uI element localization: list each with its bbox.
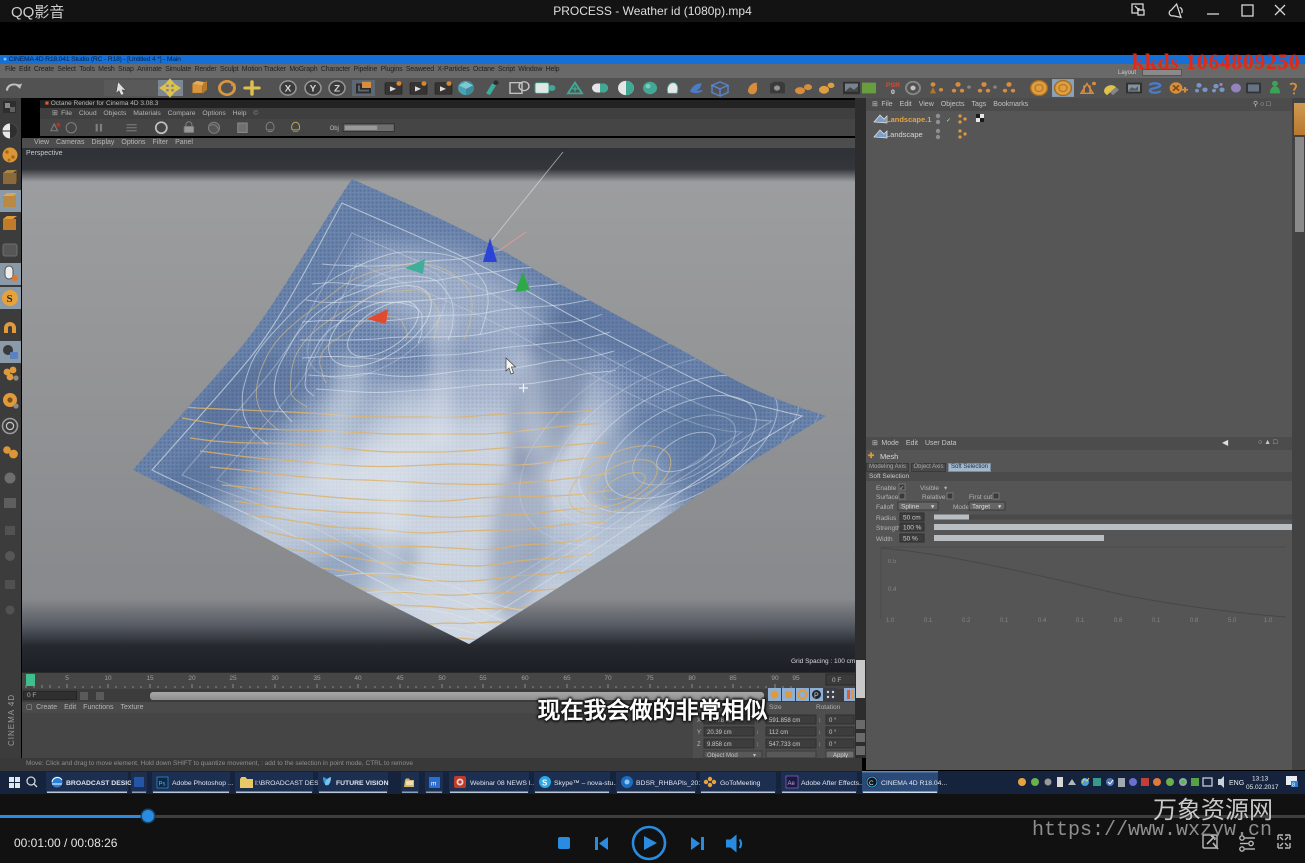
svg-text:S: S xyxy=(542,779,548,788)
svg-text:90: 90 xyxy=(771,675,779,682)
svg-text:40: 40 xyxy=(354,675,362,682)
svg-text:PSR: PSR xyxy=(886,82,901,89)
svg-text:Webinar 08 NEWS l...: Webinar 08 NEWS l... xyxy=(470,780,536,787)
svg-text:70: 70 xyxy=(604,675,612,682)
svg-text:45: 45 xyxy=(396,675,404,682)
svg-text:✓: ✓ xyxy=(900,486,905,492)
svg-text:13:13: 13:13 xyxy=(1252,776,1269,783)
svg-text:0.4: 0.4 xyxy=(1038,618,1047,624)
svg-text:CINEMA 4D R18.04...: CINEMA 4D R18.04... xyxy=(881,780,947,787)
svg-text:Z: Z xyxy=(697,742,701,748)
svg-text:↕: ↕ xyxy=(818,730,821,736)
svg-text:547.733 cm: 547.733 cm xyxy=(769,742,800,748)
svg-text:0.1: 0.1 xyxy=(924,618,933,624)
svg-text:Ae: Ae xyxy=(788,781,796,787)
svg-text:0.6: 0.6 xyxy=(1114,618,1123,624)
svg-text:8: 8 xyxy=(1292,783,1295,789)
svg-text:m: m xyxy=(431,781,436,788)
svg-text:0.4: 0.4 xyxy=(888,587,897,593)
svg-text:↕: ↕ xyxy=(756,742,759,748)
svg-text:S: S xyxy=(7,293,13,305)
svg-text:C: C xyxy=(869,780,874,787)
svg-text:Radius: Radius xyxy=(876,515,897,522)
svg-text:Y: Y xyxy=(697,730,701,736)
svg-text:60: 60 xyxy=(521,675,529,682)
svg-text:95: 95 xyxy=(792,675,800,682)
svg-text:↕: ↕ xyxy=(756,730,759,736)
svg-text:Surface: Surface xyxy=(876,494,899,501)
svg-text:5: 5 xyxy=(65,675,69,682)
svg-text:Adobe After Effects...: Adobe After Effects... xyxy=(801,780,865,787)
svg-text:75: 75 xyxy=(646,675,654,682)
svg-text:✓: ✓ xyxy=(946,118,951,124)
svg-text:0.2: 0.2 xyxy=(962,618,971,624)
svg-text:Visible: Visible xyxy=(920,485,939,492)
svg-text:Falloff: Falloff xyxy=(876,504,894,511)
svg-text:FUTURE VISION: FUTURE VISION xyxy=(336,780,389,787)
svg-text:0 °: 0 ° xyxy=(829,742,837,748)
svg-text:50 cm: 50 cm xyxy=(903,515,921,522)
svg-text:Enable: Enable xyxy=(876,485,897,492)
svg-text:Landscape.1: Landscape.1 xyxy=(886,115,931,124)
svg-text:↕: ↕ xyxy=(818,742,821,748)
svg-text:I:\BROADCAST DES...: I:\BROADCAST DES... xyxy=(255,780,324,787)
svg-text:50: 50 xyxy=(438,675,446,682)
svg-text:Adobe Photoshop ...: Adobe Photoshop ... xyxy=(172,780,234,787)
svg-text:9.858 cm: 9.858 cm xyxy=(707,742,732,748)
svg-text:Y: Y xyxy=(310,84,317,94)
svg-text:Landscape: Landscape xyxy=(886,130,923,139)
svg-text:Width: Width xyxy=(876,536,893,543)
svg-text:15: 15 xyxy=(146,675,154,682)
svg-text:100 %: 100 % xyxy=(903,525,922,532)
svg-text:30: 30 xyxy=(271,675,279,682)
svg-text:Relative: Relative xyxy=(922,494,946,501)
svg-text:112 cm: 112 cm xyxy=(769,730,788,736)
svg-text:BDSR_RHBAPls_2017: BDSR_RHBAPls_2017 xyxy=(636,780,706,787)
svg-text:BROADCAST DESIG...: BROADCAST DESIG... xyxy=(66,780,138,787)
svg-text:0: 0 xyxy=(891,90,895,97)
svg-text:25: 25 xyxy=(229,675,237,682)
svg-text:X: X xyxy=(285,84,292,94)
svg-text:20: 20 xyxy=(188,675,196,682)
svg-text:0.1: 0.1 xyxy=(1076,618,1085,624)
svg-text:Ps: Ps xyxy=(159,782,166,788)
svg-text:0 °: 0 ° xyxy=(829,730,837,736)
svg-text:35: 35 xyxy=(313,675,321,682)
svg-text:85: 85 xyxy=(729,675,737,682)
svg-text:ENG: ENG xyxy=(1229,780,1244,787)
svg-text:1.0: 1.0 xyxy=(1264,618,1273,624)
svg-text:Skype™ – nova-stu...: Skype™ – nova-stu... xyxy=(554,780,619,787)
svg-text:Strength: Strength xyxy=(876,525,901,532)
svg-text:10: 10 xyxy=(104,675,112,682)
svg-text:1.0: 1.0 xyxy=(886,618,895,624)
svg-text:0.1: 0.1 xyxy=(1000,618,1009,624)
svg-text:50 %: 50 % xyxy=(903,536,918,543)
svg-text:First cut: First cut xyxy=(969,494,992,501)
svg-text:Mode: Mode xyxy=(953,504,970,511)
svg-text:Z: Z xyxy=(334,84,340,94)
svg-text:80: 80 xyxy=(688,675,696,682)
svg-text:5.0: 5.0 xyxy=(1228,618,1237,624)
svg-text:Spline: Spline xyxy=(901,504,919,511)
svg-text:55: 55 xyxy=(479,675,487,682)
svg-text:0.1: 0.1 xyxy=(1152,618,1161,624)
svg-text:▾: ▾ xyxy=(944,485,948,492)
svg-text:0 F: 0 F xyxy=(832,677,841,684)
svg-text:20.39 cm: 20.39 cm xyxy=(707,730,732,736)
svg-text:0.8: 0.8 xyxy=(1190,618,1199,624)
svg-text:Target: Target xyxy=(972,504,990,511)
svg-text:GoToMeeting: GoToMeeting xyxy=(720,780,761,787)
svg-text:Obj: Obj xyxy=(330,126,339,132)
svg-text:0.5: 0.5 xyxy=(888,559,897,565)
svg-text:65: 65 xyxy=(563,675,571,682)
